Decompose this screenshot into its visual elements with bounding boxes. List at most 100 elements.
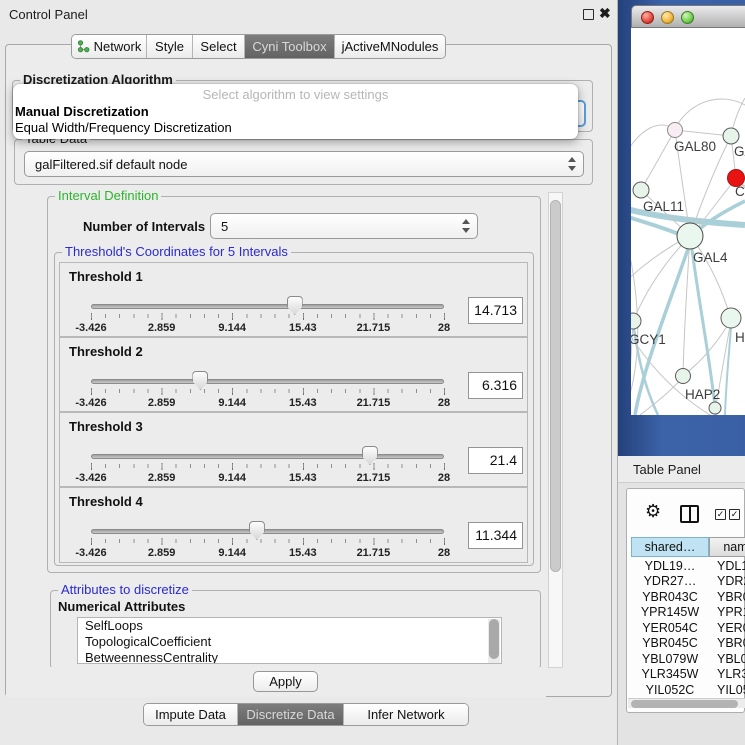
tab-cyni-toolbox[interactable]: Cyni Toolbox bbox=[245, 35, 335, 58]
network-edge[interactable] bbox=[725, 328, 731, 415]
network-node[interactable] bbox=[676, 369, 691, 384]
thresholds-group-label: Threshold's Coordinates for 5 Intervals bbox=[62, 245, 291, 259]
node-label: GA bbox=[734, 144, 745, 159]
tick-label: 28 bbox=[438, 547, 450, 559]
tick-label: 9.144 bbox=[218, 397, 246, 409]
list-item[interactable]: BetweennessCentrality bbox=[78, 650, 501, 664]
panel-title: Control Panel bbox=[9, 7, 88, 22]
list-item[interactable]: TopologicalCoefficient bbox=[78, 634, 501, 650]
tab-label: Infer Network bbox=[367, 707, 444, 722]
threshold-4-value-field[interactable]: 11.344 bbox=[468, 522, 523, 549]
scrollbar-thumb[interactable] bbox=[631, 700, 738, 708]
checkbox-icon[interactable]: ✓ bbox=[715, 509, 726, 520]
network-node[interactable] bbox=[633, 182, 649, 198]
table-row[interactable]: YER054CYER054C bbox=[631, 620, 745, 636]
number-of-intervals-combobox[interactable]: 5 bbox=[210, 213, 478, 239]
tab-infer-network[interactable]: Infer Network bbox=[344, 704, 468, 725]
network-edge[interactable] bbox=[634, 236, 690, 319]
threshold-1-value-field[interactable]: 14.713 bbox=[468, 297, 523, 324]
network-node[interactable] bbox=[721, 308, 741, 328]
node-label: C bbox=[735, 184, 745, 199]
network-node[interactable] bbox=[709, 402, 721, 414]
list-scrollbar[interactable] bbox=[488, 619, 500, 664]
threshold-3-slider-track[interactable] bbox=[91, 454, 444, 459]
table-row[interactable]: YDR27…YDR27 bbox=[631, 574, 745, 590]
table-row[interactable]: YLR345WYLR345W bbox=[631, 667, 745, 683]
network-node[interactable] bbox=[677, 223, 703, 249]
horizontal-scrollbar[interactable] bbox=[628, 698, 745, 708]
table-row[interactable]: YPR145WYPR145W bbox=[631, 605, 745, 621]
table-data-combobox[interactable]: galFiltered.sif default node bbox=[24, 151, 584, 177]
tick-label: 21.715 bbox=[357, 397, 391, 409]
close-traffic-light-icon[interactable] bbox=[641, 11, 654, 24]
table-row[interactable]: YBR045CYBR045C bbox=[631, 636, 745, 652]
network-edge[interactable] bbox=[631, 125, 673, 153]
zoom-traffic-light-icon[interactable] bbox=[681, 11, 694, 24]
top-tab-bar: Network Style Select Cyni Toolbox jActiv… bbox=[71, 34, 446, 59]
tick-label: 21.715 bbox=[357, 472, 391, 484]
table-panel-content: ⚙ ✓ ✓ shared… name YDL19…YDL19 YDR27…YDR… bbox=[618, 483, 745, 745]
numerical-attributes-list: SelfLoops TopologicalCoefficient Between… bbox=[77, 617, 502, 664]
threshold-2-slider-track[interactable] bbox=[91, 379, 444, 384]
network-node[interactable] bbox=[668, 123, 683, 138]
cell: YIL052C bbox=[709, 682, 745, 698]
table-row[interactable]: YBR043CYBR043C bbox=[631, 589, 745, 605]
threshold-1-slider-track[interactable] bbox=[91, 304, 444, 309]
tick-label: -3.426 bbox=[75, 322, 106, 334]
cell: YER054C bbox=[709, 620, 745, 636]
threshold-1-label: Threshold 1 bbox=[69, 269, 143, 284]
checkbox-icon[interactable]: ✓ bbox=[729, 509, 740, 520]
tab-discretize-data[interactable]: Discretize Data bbox=[238, 704, 344, 725]
panel-scrollbar[interactable] bbox=[548, 192, 563, 668]
tab-style[interactable]: Style bbox=[147, 35, 193, 58]
threshold-4-slider-track[interactable] bbox=[91, 529, 444, 534]
cell: YBR043C bbox=[631, 589, 709, 605]
tick-label: -3.426 bbox=[75, 472, 106, 484]
slider-minor-ticks bbox=[91, 389, 446, 393]
float-window-icon[interactable] bbox=[583, 9, 594, 20]
network-node[interactable] bbox=[631, 313, 641, 329]
table-row[interactable]: YIL052CYIL052C bbox=[631, 682, 745, 698]
column-header-shared[interactable]: shared… bbox=[631, 537, 709, 557]
cell: YPR145W bbox=[631, 605, 709, 621]
tab-jactivemnodules[interactable]: jActiveMNodules bbox=[335, 35, 445, 58]
scrollbar-thumb[interactable] bbox=[550, 200, 561, 572]
tab-select[interactable]: Select bbox=[193, 35, 245, 58]
tick-label: 15.43 bbox=[289, 397, 317, 409]
tab-label: jActiveMNodules bbox=[342, 39, 439, 54]
network-node[interactable] bbox=[723, 128, 739, 144]
table-card: ⚙ ✓ ✓ shared… name YDL19…YDL19 YDR27…YDR… bbox=[626, 488, 745, 713]
columns-icon[interactable] bbox=[680, 505, 699, 523]
threshold-3-row: Threshold 3 -3.4262.8599.14415.4321.7152… bbox=[59, 412, 528, 487]
table-rows: YDL19…YDL19 YDR27…YDR27 YBR043CYBR043C Y… bbox=[627, 557, 745, 698]
threshold-2-value-field[interactable]: 6.316 bbox=[468, 372, 523, 399]
apply-button[interactable]: Apply bbox=[253, 671, 318, 692]
tab-network[interactable]: Network bbox=[72, 35, 147, 58]
list-item[interactable]: SelfLoops bbox=[78, 618, 501, 634]
gear-icon[interactable]: ⚙ bbox=[645, 502, 661, 520]
table-row[interactable]: YBL079WYBL079W bbox=[631, 651, 745, 667]
network-graph: GAL80GACGAL11GAL4GCY1HHAP2 bbox=[631, 28, 745, 415]
dropdown-option-manual[interactable]: Manual Discretization bbox=[13, 104, 578, 120]
tick-label: 15.43 bbox=[289, 322, 317, 334]
cell: YLR345W bbox=[631, 667, 709, 683]
table-row[interactable]: YDL19…YDL19 bbox=[631, 558, 745, 574]
tab-impute-data[interactable]: Impute Data bbox=[144, 704, 238, 725]
network-view-canvas[interactable]: GAL80GACGAL11GAL4GCY1HHAP2 bbox=[631, 28, 745, 415]
tab-label: Cyni Toolbox bbox=[252, 39, 326, 54]
node-label: GAL4 bbox=[693, 250, 728, 265]
dropdown-option-equal-width[interactable]: Equal Width/Frequency Discretization bbox=[13, 120, 578, 136]
cell: YDL19… bbox=[631, 558, 709, 574]
network-window-titlebar[interactable] bbox=[631, 5, 745, 28]
network-edge[interactable] bbox=[641, 130, 675, 190]
right-section: GAL80GACGAL11GAL4GCY1HHAP2 Table Panel ⚙… bbox=[618, 0, 745, 745]
tab-label: Impute Data bbox=[155, 707, 226, 722]
threshold-3-value-field[interactable]: 21.4 bbox=[468, 447, 523, 474]
slider-tick-labels: -3.4262.8599.14415.4321.71528 bbox=[91, 322, 444, 335]
slider-tick-labels: -3.4262.8599.14415.4321.71528 bbox=[91, 547, 444, 560]
close-icon[interactable]: ✖ bbox=[599, 5, 611, 22]
minimize-traffic-light-icon[interactable] bbox=[661, 11, 674, 24]
column-header-name[interactable]: name bbox=[709, 537, 745, 557]
threshold-2-row: Threshold 2 -3.4262.8599.14415.4321.7152… bbox=[59, 337, 528, 412]
scrollbar-thumb[interactable] bbox=[489, 619, 499, 659]
